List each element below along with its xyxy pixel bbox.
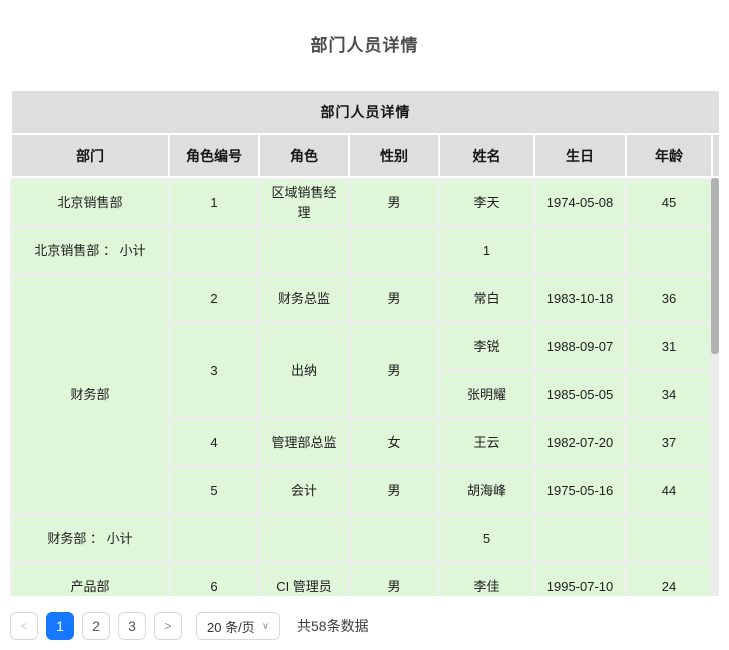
table-cell: 34 xyxy=(626,371,712,419)
table-body: 北京销售部1区域销售经理男李天1974-05-0845北京销售部 ： 小计1财务… xyxy=(10,178,713,596)
table-cell: 财务部 xyxy=(11,275,169,515)
table-cell: 张明耀 xyxy=(439,371,534,419)
table-cell xyxy=(534,227,626,275)
table-cell: 产品部 xyxy=(11,563,169,596)
table-cell: 1985-05-05 xyxy=(534,371,626,419)
page-button-3[interactable]: 3 xyxy=(118,612,146,640)
page-button-2[interactable]: 2 xyxy=(82,612,110,640)
table-cell: 1982-07-20 xyxy=(534,419,626,467)
table-cell: 31 xyxy=(626,323,712,371)
table-cell xyxy=(534,515,626,563)
column-header: 姓名 xyxy=(439,134,534,177)
column-header: 性别 xyxy=(349,134,439,177)
table-cell: 出纳 xyxy=(259,323,349,419)
page-size-select[interactable]: 20 条/页 ∨ xyxy=(196,612,280,640)
table-cell: 区域销售经理 xyxy=(259,179,349,227)
table-cell: 北京销售部 ： 小计 xyxy=(11,227,169,275)
column-header-row: 部门角色编号角色性别姓名生日年龄 xyxy=(11,134,720,177)
table-cell xyxy=(626,227,712,275)
table-cell: 45 xyxy=(626,179,712,227)
table-cell xyxy=(259,227,349,275)
table-banner: 部门人员详情 xyxy=(11,90,720,134)
table-cell: 44 xyxy=(626,467,712,515)
page-button-1[interactable]: 1 xyxy=(46,612,74,640)
table-cell: 5 xyxy=(169,467,259,515)
table-cell: 男 xyxy=(349,323,439,419)
table-cell: 男 xyxy=(349,179,439,227)
table-cell: 王云 xyxy=(439,419,534,467)
table-cell: 24 xyxy=(626,563,712,596)
table-cell: 李天 xyxy=(439,179,534,227)
chevron-down-icon: ∨ xyxy=(262,621,269,632)
table-cell: 会计 xyxy=(259,467,349,515)
table-body-viewport[interactable]: 北京销售部1区域销售经理男李天1974-05-0845北京销售部 ： 小计1财务… xyxy=(10,178,719,596)
table-row: 北京销售部 ： 小计 1 xyxy=(11,227,712,275)
page-title: 部门人员详情 xyxy=(0,0,729,56)
table-cell: 37 xyxy=(626,419,712,467)
table-row: 产品部6CI 管理员男李佳1995-07-1024 xyxy=(11,563,712,596)
column-header: 生日 xyxy=(534,134,626,177)
table-scrollbar[interactable] xyxy=(711,178,719,596)
next-page-icon: > xyxy=(164,619,171,633)
table-cell xyxy=(169,515,259,563)
table-cell: 5 xyxy=(439,515,534,563)
prev-page-button[interactable]: < xyxy=(10,612,38,640)
table-cell xyxy=(349,515,439,563)
table-cell: 1983-10-18 xyxy=(534,275,626,323)
table-cell xyxy=(626,515,712,563)
table-cell: 财务总监 xyxy=(259,275,349,323)
prev-page-icon: < xyxy=(20,619,27,633)
table-cell: 男 xyxy=(349,467,439,515)
table-cell: 财务部 ： 小计 xyxy=(11,515,169,563)
next-page-button[interactable]: > xyxy=(154,612,182,640)
column-header: 年龄 xyxy=(626,134,712,177)
table-cell xyxy=(169,227,259,275)
table-cell: 李锐 xyxy=(439,323,534,371)
table-cell: 1 xyxy=(439,227,534,275)
table-cell: 管理部总监 xyxy=(259,419,349,467)
table-cell: 1975-05-16 xyxy=(534,467,626,515)
table-cell xyxy=(349,227,439,275)
table-header: 部门人员详情 部门角色编号角色性别姓名生日年龄 xyxy=(10,89,721,178)
table-row: 财务部2财务总监男常白1983-10-1836 xyxy=(11,275,712,323)
table-cell: 胡海峰 xyxy=(439,467,534,515)
column-header: 角色 xyxy=(259,134,349,177)
total-count-label: 共58条数据 xyxy=(297,616,369,636)
table-cell: 2 xyxy=(169,275,259,323)
table-cell: CI 管理员 xyxy=(259,563,349,596)
table-cell: 6 xyxy=(169,563,259,596)
table-cell: 女 xyxy=(349,419,439,467)
scrollbar-thumb[interactable] xyxy=(711,178,719,354)
page-size-value: 20 条/页 xyxy=(207,617,255,636)
banner-row: 部门人员详情 xyxy=(11,90,720,134)
table-cell: 36 xyxy=(626,275,712,323)
table-cell: 3 xyxy=(169,323,259,419)
table-cell: 李佳 xyxy=(439,563,534,596)
department-table: 部门人员详情 部门角色编号角色性别姓名生日年龄 北京销售部1区域销售经理男李天1… xyxy=(10,89,719,596)
table-cell xyxy=(259,515,349,563)
column-header: 角色编号 xyxy=(169,134,259,177)
table-cell: 男 xyxy=(349,275,439,323)
table-cell: 4 xyxy=(169,419,259,467)
table-cell: 男 xyxy=(349,563,439,596)
header-gutter xyxy=(712,134,720,177)
table-cell: 1988-09-07 xyxy=(534,323,626,371)
pagination: < 123 > 20 条/页 ∨ 共58条数据 xyxy=(10,612,719,640)
table-cell: 1995-07-10 xyxy=(534,563,626,596)
table-cell: 1 xyxy=(169,179,259,227)
table-row: 北京销售部1区域销售经理男李天1974-05-0845 xyxy=(11,179,712,227)
table-cell: 常白 xyxy=(439,275,534,323)
table-cell: 1974-05-08 xyxy=(534,179,626,227)
table-cell: 北京销售部 xyxy=(11,179,169,227)
table-row: 财务部 ： 小计 5 xyxy=(11,515,712,563)
column-header: 部门 xyxy=(11,134,169,177)
